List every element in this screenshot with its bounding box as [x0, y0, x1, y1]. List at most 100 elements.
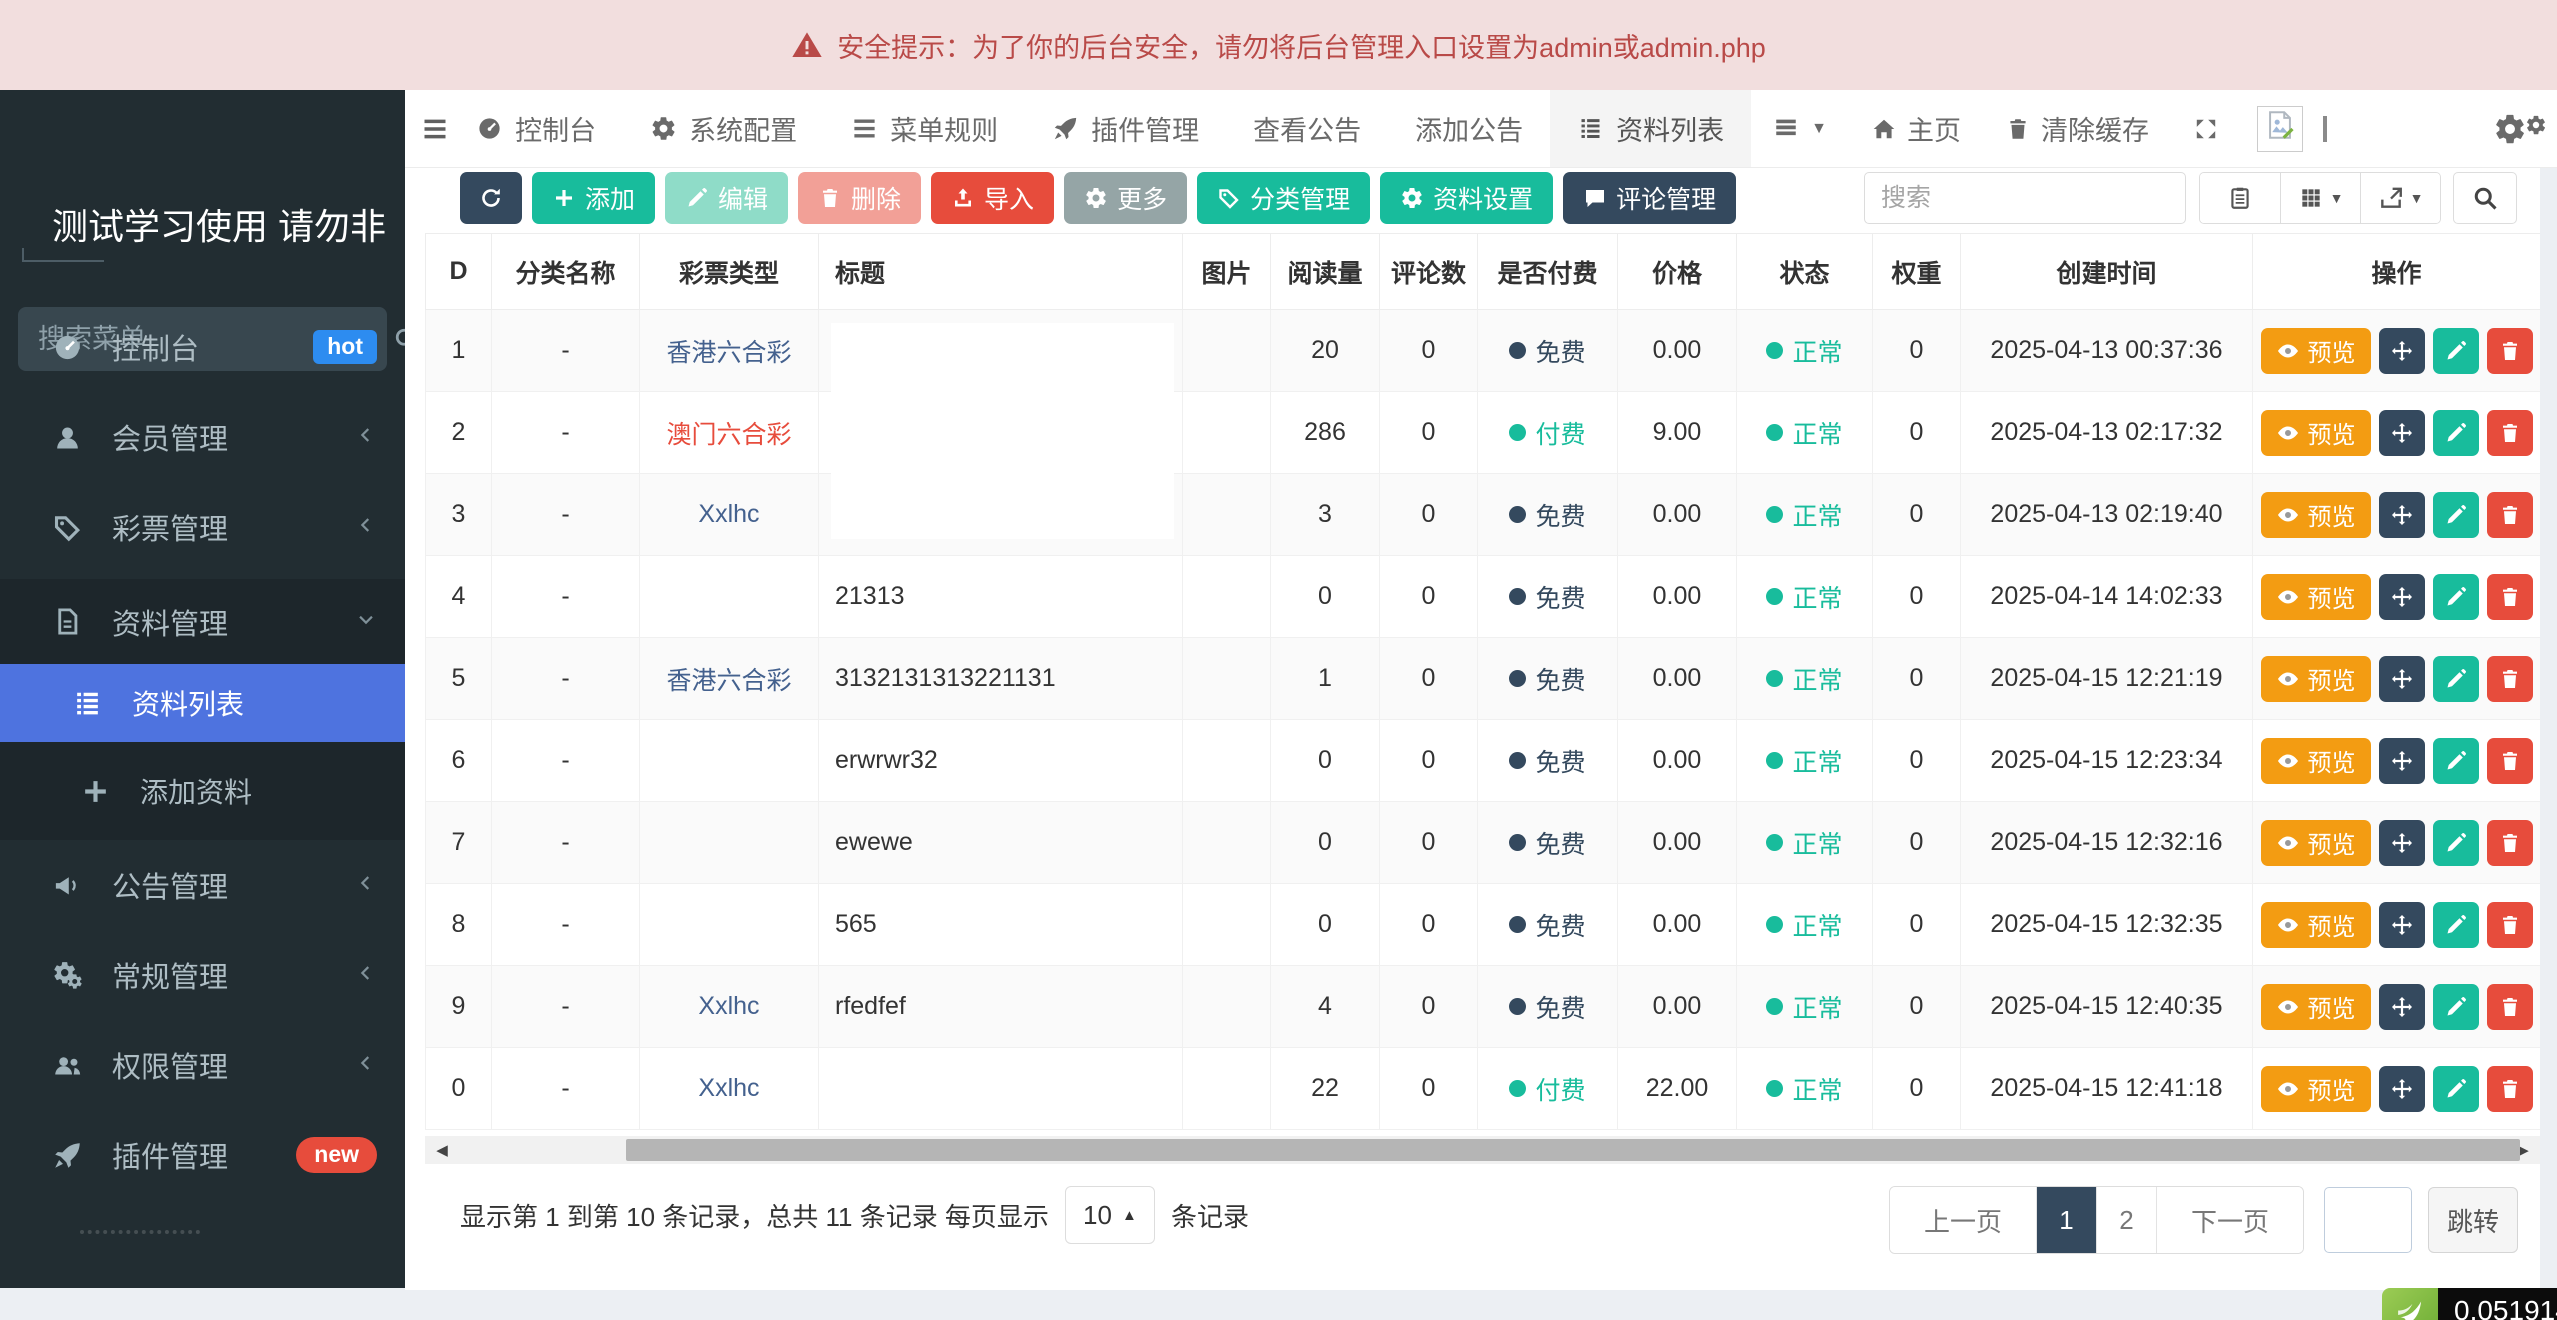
row-delete-button[interactable] — [2486, 655, 2533, 702]
lottery-type-link[interactable]: Xxlhc — [698, 500, 759, 528]
sidebar-item-公告管理[interactable]: 公告管理 — [0, 840, 405, 930]
row-edit-button[interactable] — [2432, 901, 2479, 948]
column-header-是否付费[interactable]: 是否付费 — [1477, 233, 1618, 310]
row-edit-button[interactable] — [2432, 983, 2479, 1030]
next-page-button[interactable]: 下一页 — [2155, 1187, 2303, 1253]
thinkphp-debugbar[interactable]: 0.051914s — [2382, 1288, 2557, 1320]
column-header-创建时间[interactable]: 创建时间 — [1960, 233, 2253, 310]
import-button[interactable]: 导入 — [931, 172, 1055, 224]
prev-page-button[interactable]: 上一页 — [1889, 1187, 2036, 1253]
preview-button[interactable]: 预览 — [2260, 819, 2371, 866]
sidebar-item-插件管理[interactable]: 插件管理 new — [0, 1110, 405, 1200]
row-edit-button[interactable] — [2432, 819, 2479, 866]
lottery-type-link[interactable]: Xxlhc — [698, 992, 759, 1020]
column-header-D[interactable]: D — [425, 233, 492, 310]
avatar[interactable] — [2257, 105, 2303, 152]
cell-lottery-type[interactable]: Xxlhc — [639, 1047, 819, 1130]
preview-button[interactable]: 预览 — [2260, 573, 2371, 620]
row-edit-button[interactable] — [2432, 491, 2479, 538]
row-edit-button[interactable] — [2432, 737, 2479, 784]
sidebar-item-资料管理[interactable]: 资料管理 — [0, 579, 405, 664]
row-delete-button[interactable] — [2486, 409, 2533, 456]
row-delete-button[interactable] — [2486, 491, 2533, 538]
row-edit-button[interactable] — [2432, 1065, 2479, 1112]
sidebar-item-会员管理[interactable]: 会员管理 — [0, 392, 405, 482]
tab-添加公告[interactable]: 添加公告 — [1388, 90, 1550, 167]
lottery-type-link[interactable]: Xxlhc — [698, 1074, 759, 1102]
sidebar-item-添加资料[interactable]: 添加资料 — [0, 742, 405, 840]
column-header-状态[interactable]: 状态 — [1736, 233, 1873, 310]
preview-button[interactable]: 预览 — [2260, 1065, 2371, 1112]
preview-button[interactable]: 预览 — [2260, 901, 2371, 948]
tab-菜单规则[interactable]: 菜单规则 — [824, 90, 1025, 167]
drag-sort-button[interactable] — [2378, 983, 2425, 1030]
search-submit-button[interactable] — [2453, 172, 2517, 224]
column-header-评论数[interactable]: 评论数 — [1379, 233, 1478, 310]
scroll-left-icon[interactable]: ◀ — [425, 1136, 459, 1164]
row-delete-button[interactable] — [2486, 573, 2533, 620]
row-edit-button[interactable] — [2432, 327, 2479, 374]
tab-查看公告[interactable]: 查看公告 — [1226, 90, 1388, 167]
column-header-彩票类型[interactable]: 彩票类型 — [639, 233, 819, 310]
tab-menu-dropdown[interactable]: ▼ — [1751, 90, 1849, 167]
columns-toggle-button[interactable]: ▼ — [2280, 173, 2360, 223]
settings-gears-icon[interactable] — [2493, 90, 2547, 167]
drag-sort-button[interactable] — [2378, 737, 2425, 784]
preview-button[interactable]: 预览 — [2260, 983, 2371, 1030]
more-button[interactable]: 更多 — [1064, 172, 1188, 224]
cell-lottery-type[interactable]: Xxlhc — [639, 473, 819, 556]
row-delete-button[interactable] — [2486, 327, 2533, 374]
cell-lottery-type[interactable]: Xxlhc — [639, 965, 819, 1048]
preview-button[interactable]: 预览 — [2260, 327, 2371, 374]
column-header-权重[interactable]: 权重 — [1872, 233, 1961, 310]
page-size-select[interactable]: 10 ▲ — [1064, 1186, 1155, 1244]
row-delete-button[interactable] — [2486, 901, 2533, 948]
drag-sort-button[interactable] — [2378, 655, 2425, 702]
tab-系统配置[interactable]: 系统配置 — [623, 90, 824, 167]
cell-lottery-type[interactable]: 香港六合彩 — [639, 637, 819, 720]
preview-button[interactable]: 预览 — [2260, 409, 2371, 456]
column-header-标题[interactable]: 标题 — [818, 233, 1183, 310]
lottery-type-link[interactable]: 香港六合彩 — [666, 339, 791, 367]
column-header-操作[interactable]: 操作 — [2252, 233, 2541, 310]
page-jump-button[interactable]: 跳转 — [2428, 1187, 2518, 1253]
lottery-type-link[interactable]: 香港六合彩 — [666, 667, 791, 695]
export-button[interactable]: ▼ — [2360, 173, 2440, 223]
page-jump-input[interactable] — [2324, 1187, 2412, 1253]
drag-sort-button[interactable] — [2378, 819, 2425, 866]
drag-sort-button[interactable] — [2378, 901, 2425, 948]
sidebar-item-常规管理[interactable]: 常规管理 — [0, 930, 405, 1020]
clear-cache-button[interactable]: 清除缓存 — [1983, 90, 2171, 167]
drag-sort-button[interactable] — [2378, 573, 2425, 620]
table-search-input[interactable] — [1864, 172, 2186, 224]
column-header-阅读量[interactable]: 阅读量 — [1270, 233, 1380, 310]
comment-manage-button[interactable]: 评论管理 — [1563, 172, 1737, 224]
row-delete-button[interactable] — [2486, 983, 2533, 1030]
row-delete-button[interactable] — [2486, 819, 2533, 866]
preview-button[interactable]: 预览 — [2260, 491, 2371, 538]
scrollbar-track[interactable] — [459, 1136, 2520, 1164]
sidebar-item-权限管理[interactable]: 权限管理 — [0, 1020, 405, 1110]
sidebar-item-资料列表[interactable]: 资料列表 — [0, 664, 405, 742]
category-manage-button[interactable]: 分类管理 — [1197, 172, 1371, 224]
drag-sort-button[interactable] — [2378, 409, 2425, 456]
page-button-1[interactable]: 1 — [2035, 1187, 2096, 1253]
preview-button[interactable]: 预览 — [2260, 737, 2371, 784]
tab-资料列表[interactable]: 资料列表 — [1550, 90, 1752, 167]
row-delete-button[interactable] — [2486, 1065, 2533, 1112]
column-header-分类名称[interactable]: 分类名称 — [491, 233, 640, 310]
drag-sort-button[interactable] — [2378, 327, 2425, 374]
page-button-2[interactable]: 2 — [2095, 1187, 2156, 1253]
drag-sort-button[interactable] — [2378, 1065, 2425, 1112]
refresh-button[interactable] — [460, 172, 522, 224]
detail-view-button[interactable] — [2200, 173, 2280, 223]
fullscreen-button[interactable] — [2171, 90, 2241, 167]
row-edit-button[interactable] — [2432, 573, 2479, 620]
cell-lottery-type[interactable]: 香港六合彩 — [639, 309, 819, 392]
drag-sort-button[interactable] — [2378, 491, 2425, 538]
column-header-价格[interactable]: 价格 — [1617, 233, 1737, 310]
cell-lottery-type[interactable]: 澳门六合彩 — [639, 391, 819, 474]
scrollbar-thumb[interactable] — [626, 1139, 2520, 1161]
tab-控制台[interactable]: 控制台 — [449, 90, 623, 167]
row-delete-button[interactable] — [2486, 737, 2533, 784]
